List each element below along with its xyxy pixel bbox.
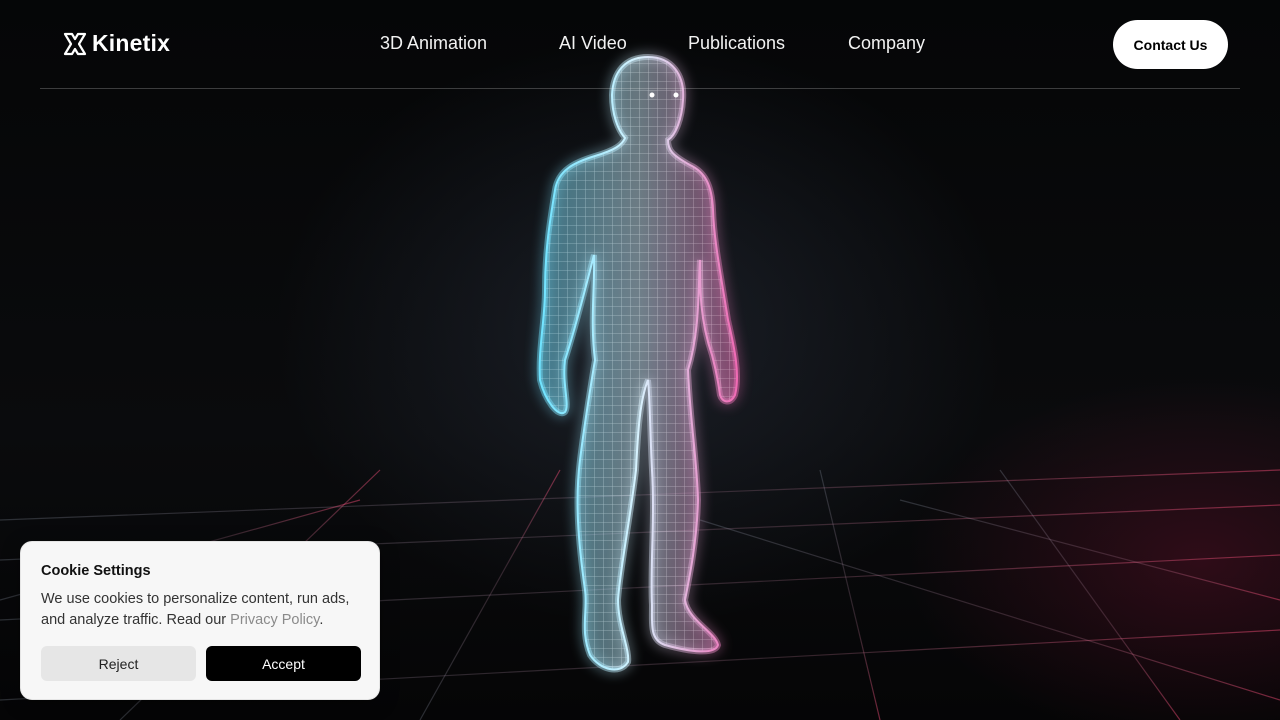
- site-header: Kinetix 3D Animation AI Video Publicatio…: [40, 0, 1240, 89]
- nav-item-3d-animation[interactable]: 3D Animation: [380, 33, 487, 54]
- cookie-description: We use cookies to personalize content, r…: [41, 589, 359, 631]
- cookie-title: Cookie Settings: [41, 563, 151, 579]
- nav-item-ai-video[interactable]: AI Video: [559, 33, 627, 54]
- cookie-actions: Reject Accept: [41, 646, 361, 681]
- cookie-text-end: .: [319, 612, 324, 628]
- reject-button[interactable]: Reject: [41, 646, 196, 681]
- main-nav: 3D Animation AI Video Publications Compa…: [40, 33, 1240, 57]
- nav-item-company[interactable]: Company: [848, 33, 925, 54]
- cookie-banner: Cookie Settings We use cookies to person…: [20, 541, 380, 700]
- accept-button[interactable]: Accept: [206, 646, 361, 681]
- hero-section: Kinetix 3D Animation AI Video Publicatio…: [0, 0, 1280, 720]
- privacy-policy-link[interactable]: Privacy Policy: [230, 612, 319, 628]
- nav-item-publications[interactable]: Publications: [688, 33, 785, 54]
- contact-us-button[interactable]: Contact Us: [1113, 20, 1228, 69]
